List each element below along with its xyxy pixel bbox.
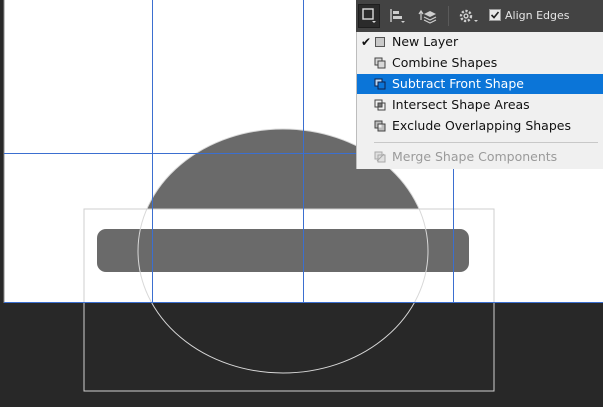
toolbar-separator [448,6,449,26]
intersect-shape-areas-icon [374,99,386,111]
options-toolbar: Align Edges [356,0,603,32]
settings-gear-icon [459,9,478,23]
path-arrangement-button[interactable] [415,4,439,28]
menu-item-new-layer[interactable]: ✔ New Layer [357,32,603,52]
workspace: Align Edges ✔ New Layer Combine Shapes S… [0,0,603,407]
checkmark-icon [490,11,500,19]
path-operations-menu: ✔ New Layer Combine Shapes Subtract Fron… [356,32,603,169]
exclude-overlapping-shapes-icon [374,120,386,132]
combine-shapes-icon [374,57,386,69]
subtract-front-shape-icon [374,78,386,90]
path-operations-button[interactable] [358,4,380,28]
menu-item-intersect-shape-areas[interactable]: Intersect Shape Areas [357,95,603,115]
path-operations-icon [362,8,376,23]
merge-shape-components-icon [374,151,386,163]
menu-item-combine-shapes[interactable]: Combine Shapes [357,53,603,73]
menu-item-merge-shape-components: Merge Shape Components [357,147,603,167]
path-arrangement-icon [418,9,437,24]
path-alignment-button[interactable] [387,4,407,28]
settings-button[interactable] [456,4,482,28]
path-alignment-icon [390,9,405,23]
align-edges-label[interactable]: Align Edges [505,9,570,22]
menu-separator [374,142,598,143]
menu-item-label: Exclude Overlapping Shapes [392,118,571,133]
menu-item-label: Combine Shapes [392,55,498,70]
menu-item-label: Merge Shape Components [392,149,558,164]
menu-item-subtract-front-shape[interactable]: Subtract Front Shape [357,74,603,94]
menu-item-exclude-overlapping-shapes[interactable]: Exclude Overlapping Shapes [357,116,603,136]
menu-item-label: New Layer [392,34,459,49]
subtract-band-pasteboard [84,303,494,391]
align-edges-checkbox[interactable] [489,9,501,21]
menu-item-label: Intersect Shape Areas [392,97,530,112]
new-layer-icon [375,37,385,47]
menu-item-label: Subtract Front Shape [392,76,524,91]
checkmark-icon: ✔ [360,35,372,49]
